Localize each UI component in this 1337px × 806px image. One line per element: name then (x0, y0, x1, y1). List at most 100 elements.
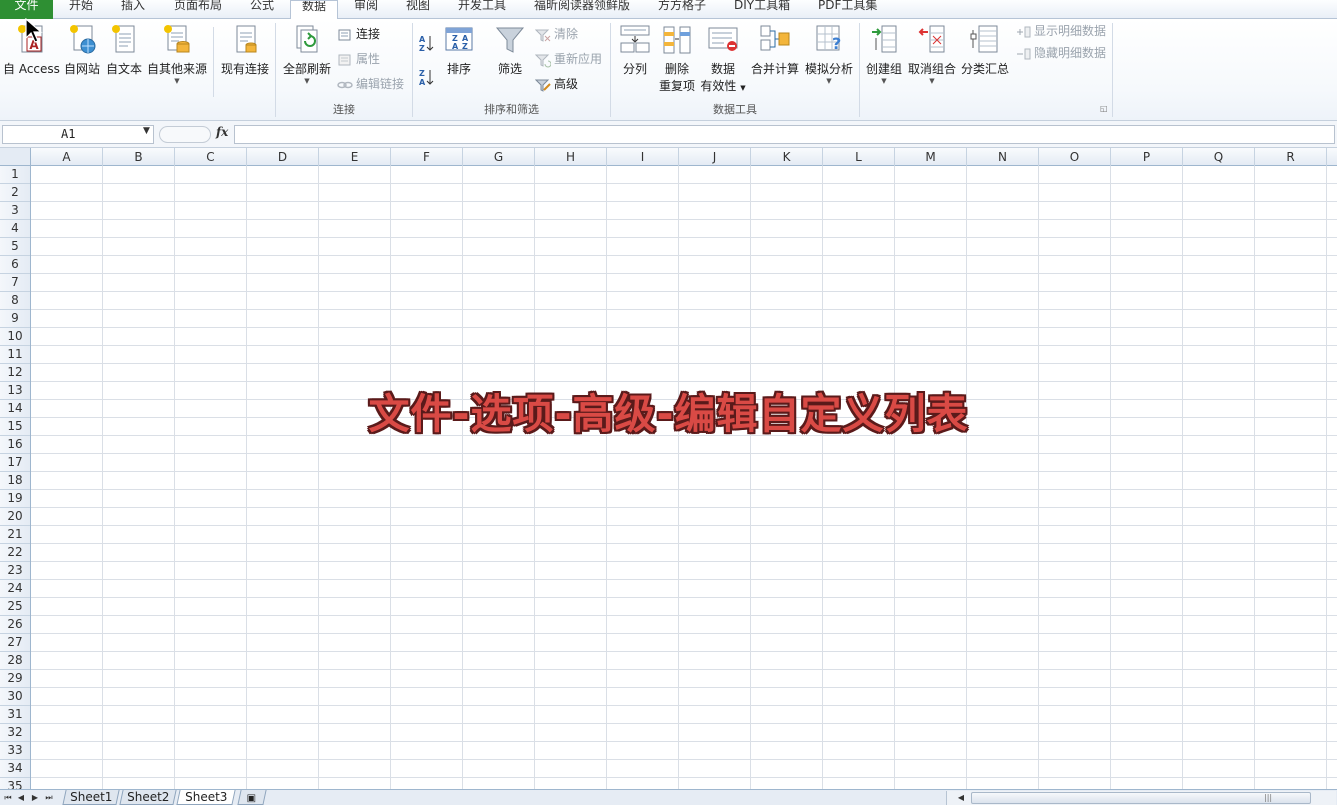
ungroup-button[interactable]: 取消组合 ▼ (907, 22, 957, 86)
sort-button[interactable]: Z A A Z 排序 (442, 22, 476, 77)
row-header[interactable]: 5 (0, 238, 30, 256)
column-header[interactable]: G (463, 148, 535, 166)
row-header[interactable]: 7 (0, 274, 30, 292)
column-header[interactable]: A (31, 148, 103, 166)
row-header[interactable]: 35 (0, 778, 30, 789)
data-validation-button[interactable]: 数据 有效性 ▼ (700, 22, 746, 96)
formula-input[interactable] (234, 125, 1335, 144)
tab-pdf[interactable]: PDF工具集 (818, 0, 877, 19)
row-header[interactable]: 1 (0, 166, 30, 184)
insert-function-icon[interactable]: fx (216, 125, 228, 139)
existing-connections-button[interactable]: 现有连接 (219, 22, 271, 77)
row-header[interactable]: 6 (0, 256, 30, 274)
connections-button[interactable]: 连接 (337, 25, 380, 43)
tab-file[interactable]: 文件 (0, 0, 53, 19)
tab-foxit[interactable]: 福昕阅读器领鲜版 (534, 0, 630, 19)
row-header[interactable]: 8 (0, 292, 30, 310)
reapply-button[interactable]: 重新应用 (535, 50, 602, 68)
tab-diy[interactable]: DIY工具箱 (734, 0, 790, 19)
scrollbar-thumb[interactable]: ||| (971, 792, 1311, 804)
row-header[interactable]: 18 (0, 472, 30, 490)
dialog-launcher-icon[interactable]: ◱ (1100, 104, 1108, 113)
text-to-columns-button[interactable]: 分列 (617, 22, 653, 77)
row-header[interactable]: 31 (0, 706, 30, 724)
from-text-button[interactable]: 自文本 (104, 22, 144, 77)
tab-ffcell[interactable]: 方方格子 (658, 0, 706, 19)
row-header[interactable]: 9 (0, 310, 30, 328)
hide-detail-button[interactable]: 隐藏明细数据 (1015, 44, 1106, 62)
tab-view[interactable]: 视图 (406, 0, 430, 19)
formula-bar-splitter[interactable] (159, 126, 211, 143)
column-header[interactable]: N (967, 148, 1039, 166)
sort-ascending-button[interactable]: AZ (418, 33, 438, 53)
column-header[interactable]: F (391, 148, 463, 166)
tab-data[interactable]: 数据 (290, 0, 338, 20)
column-header[interactable]: K (751, 148, 823, 166)
filter-button[interactable]: 筛选 (492, 22, 528, 77)
what-if-analysis-button[interactable]: ? 模拟分析 ▼ (803, 22, 855, 86)
from-web-button[interactable]: 自网站 (62, 22, 102, 77)
row-header[interactable]: 11 (0, 346, 30, 364)
first-sheet-icon[interactable]: ⏮ (2, 791, 14, 804)
row-header[interactable]: 33 (0, 742, 30, 760)
column-header[interactable]: P (1111, 148, 1183, 166)
tab-home[interactable]: 开始 (69, 0, 93, 19)
clear-filter-button[interactable]: 清除 (535, 25, 578, 43)
cell-area[interactable] (31, 166, 1337, 789)
row-header[interactable]: 25 (0, 598, 30, 616)
refresh-all-button[interactable]: 全部刷新 ▼ (282, 22, 332, 86)
row-header[interactable]: 3 (0, 202, 30, 220)
advanced-filter-button[interactable]: 高级 (535, 75, 578, 93)
row-header[interactable]: 19 (0, 490, 30, 508)
column-header[interactable]: J (679, 148, 751, 166)
row-header[interactable]: 10 (0, 328, 30, 346)
row-header[interactable]: 24 (0, 580, 30, 598)
sort-descending-button[interactable]: ZA (418, 67, 438, 87)
name-box-dropdown-icon[interactable]: ▼ (143, 126, 150, 136)
row-header[interactable]: 27 (0, 634, 30, 652)
column-header[interactable]: B (103, 148, 175, 166)
row-header[interactable]: 23 (0, 562, 30, 580)
row-header[interactable]: 21 (0, 526, 30, 544)
tab-formulas[interactable]: 公式 (250, 0, 274, 19)
sheet-tab-sheet2[interactable]: Sheet2 (119, 790, 177, 805)
name-box[interactable]: A1 (2, 125, 154, 144)
sheet-tab-sheet1[interactable]: Sheet1 (62, 790, 120, 805)
row-header[interactable]: 20 (0, 508, 30, 526)
subtotal-button[interactable]: 分类汇总 (960, 22, 1010, 77)
row-header[interactable]: 28 (0, 652, 30, 670)
tab-review[interactable]: 审阅 (354, 0, 378, 19)
consolidate-button[interactable]: 合并计算 (750, 22, 800, 77)
row-header[interactable]: 26 (0, 616, 30, 634)
horizontal-scrollbar[interactable]: ◀ ||| (946, 791, 1336, 805)
tab-developer[interactable]: 开发工具 (458, 0, 506, 19)
sheet-tab-sheet3[interactable]: Sheet3 (176, 790, 236, 805)
column-header[interactable]: D (247, 148, 319, 166)
column-header[interactable]: Q (1183, 148, 1255, 166)
properties-button[interactable]: 属性 (337, 50, 380, 68)
show-detail-button[interactable]: 显示明细数据 (1015, 22, 1106, 40)
row-header[interactable]: 2 (0, 184, 30, 202)
row-header[interactable]: 32 (0, 724, 30, 742)
edit-links-button[interactable]: 编辑链接 (337, 75, 404, 93)
column-header[interactable]: I (607, 148, 679, 166)
column-header[interactable]: O (1039, 148, 1111, 166)
row-header[interactable]: 30 (0, 688, 30, 706)
row-header[interactable]: 34 (0, 760, 30, 778)
next-sheet-icon[interactable]: ▶ (29, 791, 41, 804)
scroll-left-icon[interactable]: ◀ (955, 791, 967, 804)
from-other-sources-button[interactable]: 自其他来源 ▼ (146, 22, 208, 86)
row-header[interactable]: 22 (0, 544, 30, 562)
row-header[interactable]: 17 (0, 454, 30, 472)
insert-sheet-button[interactable]: ▣ (237, 790, 267, 805)
remove-duplicates-button[interactable]: 删除 重复项 (658, 22, 696, 94)
row-header[interactable]: 29 (0, 670, 30, 688)
group-button[interactable]: 创建组 ▼ (864, 22, 904, 86)
prev-sheet-icon[interactable]: ◀ (15, 791, 27, 804)
column-header[interactable]: E (319, 148, 391, 166)
tab-page-layout[interactable]: 页面布局 (174, 0, 222, 19)
row-header[interactable]: 4 (0, 220, 30, 238)
column-header[interactable]: H (535, 148, 607, 166)
tab-insert[interactable]: 插入 (121, 0, 145, 19)
select-all-corner[interactable] (0, 148, 31, 166)
